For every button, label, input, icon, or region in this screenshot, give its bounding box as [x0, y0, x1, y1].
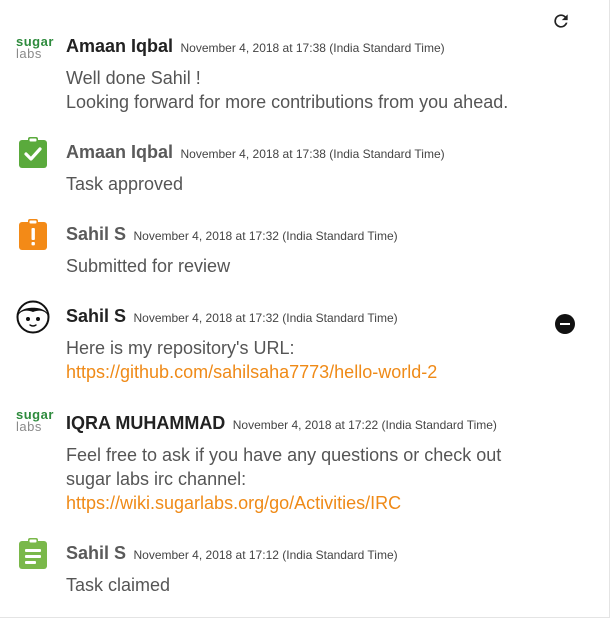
sugarlabs-logo: sugar labs — [16, 407, 54, 434]
refresh-button[interactable] — [550, 10, 572, 32]
irc-link[interactable]: https://wiki.sugarlabs.org/go/Activities… — [66, 491, 586, 515]
comment-header: Amaan Iqbal November 4, 2018 at 17:38 (I… — [66, 36, 445, 57]
clipboard-alert-icon — [18, 219, 52, 253]
refresh-icon — [554, 14, 568, 28]
comment-line: Well done Sahil ! — [66, 68, 201, 88]
comment-line: sugar labs irc channel: — [66, 469, 247, 489]
comment-header: Sahil S November 4, 2018 at 17:12 (India… — [66, 543, 398, 564]
activity-text: Task claimed — [66, 575, 171, 595]
comment-date: November 4, 2018 at 17:12 (India Standar… — [133, 548, 398, 562]
repository-link[interactable]: https://github.com/sahilsaha7773/hello-w… — [66, 360, 586, 384]
comment-body: Well done Sahil ! Looking forward for mo… — [66, 66, 586, 114]
author-name[interactable]: Amaan Iqbal — [66, 142, 173, 162]
activity-text: Task approved — [66, 174, 184, 194]
comment-line: Here is my repository's URL: — [66, 338, 295, 358]
comment-line: Feel free to ask if you have any questio… — [66, 445, 502, 465]
activity-text: Submitted for review — [66, 256, 231, 276]
comment-line: Looking forward for more contributions f… — [66, 92, 509, 112]
activity-body: Submitted for review — [66, 254, 586, 278]
activity-body: Task approved — [66, 172, 586, 196]
author-name[interactable]: IQRA MUHAMMAD — [66, 413, 225, 433]
comment-date: November 4, 2018 at 17:38 (India Standar… — [180, 41, 445, 55]
comment-date: November 4, 2018 at 17:32 (India Standar… — [133, 229, 398, 243]
comment-body: Here is my repository's URL: https://git… — [66, 336, 586, 384]
user-face-avatar[interactable] — [16, 300, 50, 334]
comment-header: Sahil S November 4, 2018 at 17:32 (India… — [66, 306, 398, 327]
comment-date: November 4, 2018 at 17:38 (India Standar… — [180, 147, 445, 161]
comment-header: IQRA MUHAMMAD November 4, 2018 at 17:22 … — [66, 413, 497, 434]
comment-header: Amaan Iqbal November 4, 2018 at 17:38 (I… — [66, 142, 445, 163]
comment-date: November 4, 2018 at 17:22 (India Standar… — [232, 418, 497, 432]
clipboard-list-icon — [18, 538, 52, 572]
comment-body: Feel free to ask if you have any questio… — [66, 443, 586, 515]
author-name[interactable]: Sahil S — [66, 306, 126, 326]
author-name[interactable]: Amaan Iqbal — [66, 36, 173, 56]
activity-body: Task claimed — [66, 573, 586, 597]
author-name[interactable]: Sahil S — [66, 543, 126, 563]
comment-header: Sahil S November 4, 2018 at 17:32 (India… — [66, 224, 398, 245]
minus-icon — [560, 323, 570, 325]
author-name[interactable]: Sahil S — [66, 224, 126, 244]
clipboard-check-icon — [18, 137, 52, 171]
delete-comment-button[interactable] — [555, 314, 575, 334]
comment-date: November 4, 2018 at 17:32 (India Standar… — [133, 311, 398, 325]
sugarlabs-logo: sugar labs — [16, 34, 54, 61]
comment-panel: sugar labs Amaan Iqbal November 4, 2018 … — [0, 0, 610, 618]
